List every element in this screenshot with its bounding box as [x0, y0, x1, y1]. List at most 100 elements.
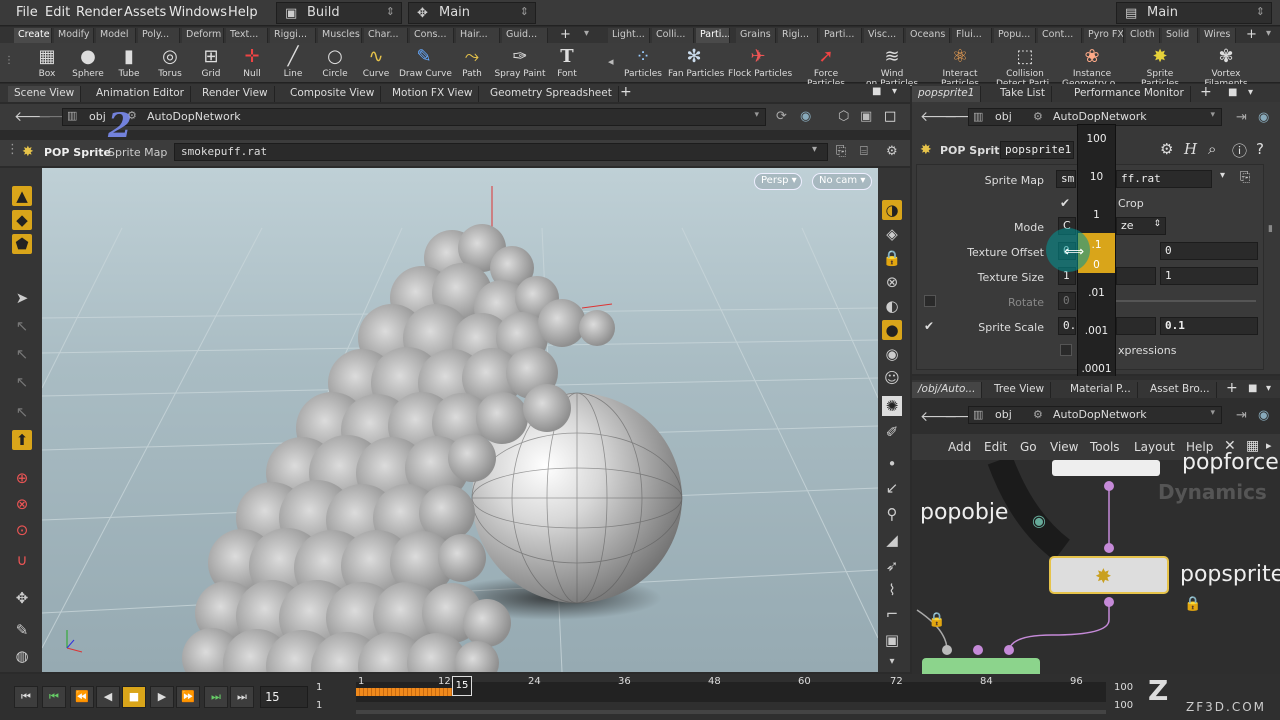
- shelf-tab-deform[interactable]: Deform: [182, 28, 224, 43]
- tool-sprite[interactable]: ✸SpriteParticles: [1138, 45, 1182, 89]
- sprite-scale-x[interactable]: 0.: [1058, 317, 1076, 335]
- range-slider[interactable]: [356, 710, 1106, 714]
- help-h-icon[interactable]: H: [1184, 140, 1197, 158]
- shelf-tab-cloth[interactable]: Cloth: [1126, 28, 1160, 43]
- pencil-icon[interactable]: ✎: [12, 620, 32, 640]
- frame-icon[interactable]: ⌐: [882, 604, 902, 624]
- tool-torus[interactable]: ◎ Torus: [155, 45, 185, 79]
- menu-file[interactable]: File: [16, 5, 38, 20]
- target-icon[interactable]: ◉: [1258, 408, 1269, 423]
- step-forward-button[interactable]: ⏩: [176, 686, 200, 708]
- handle-tool-icon[interactable]: ⬟: [12, 234, 32, 254]
- shelf-tab-rigid[interactable]: Rigi...: [778, 28, 818, 43]
- snap-magnet-icon[interactable]: ∪: [12, 550, 32, 570]
- network-path-field[interactable]: ▥ obj ⚙ AutoDopNetwork ▾: [968, 406, 1222, 424]
- shelf-tab-guide[interactable]: Guid...: [502, 28, 548, 43]
- rotate-slider[interactable]: [1116, 300, 1256, 302]
- sprite-map-field[interactable]: sm: [1056, 170, 1076, 188]
- tool-sphere[interactable]: ● Sphere: [72, 45, 104, 79]
- link-icon[interactable]: ⊗: [882, 272, 902, 292]
- path-obj[interactable]: obj: [995, 110, 1012, 123]
- bucket-icon[interactable]: ◢: [882, 530, 902, 550]
- texture-offset-z[interactable]: 0: [1160, 242, 1258, 260]
- shelf-tab-particle-fluids[interactable]: Parti...: [820, 28, 862, 43]
- pin-icon[interactable]: ⇥: [1236, 110, 1247, 125]
- tool-curve[interactable]: ∿ Curve: [362, 45, 390, 79]
- tab-motion-fx-view[interactable]: Motion FX View: [386, 86, 480, 102]
- shelf-menu-icon[interactable]: ▾: [1266, 28, 1271, 39]
- light-icon[interactable]: ●: [882, 320, 902, 340]
- play-button[interactable]: ▶: [150, 686, 174, 708]
- shelf-tab-muscles[interactable]: Muscles: [318, 28, 362, 43]
- add-tab-icon[interactable]: +: [1226, 380, 1238, 396]
- shelf-tab-rigging[interactable]: Riggi...: [270, 28, 316, 43]
- tool-spray-paint[interactable]: ✑ Spray Paint: [494, 45, 546, 79]
- ladder-step-point01[interactable]: .01: [1078, 287, 1115, 299]
- crop-checkbox[interactable]: ✔: [1060, 196, 1070, 210]
- stop-button[interactable]: ■: [122, 686, 146, 708]
- shelf-scroll-left-icon[interactable]: ◂: [608, 55, 614, 68]
- persp-menu[interactable]: Persp ▾: [754, 173, 802, 190]
- path-obj[interactable]: obj: [89, 110, 106, 123]
- texture-size-z[interactable]: 1: [1160, 267, 1258, 285]
- menu-tools[interactable]: Tools: [1090, 440, 1120, 454]
- snapshot-icon[interactable]: ▣: [860, 109, 872, 124]
- pane-menu-icon[interactable]: ▾: [1248, 87, 1253, 98]
- ladder-step-point0001[interactable]: .0001: [1078, 363, 1115, 375]
- menu-edit[interactable]: Edit: [45, 5, 70, 20]
- help-icon[interactable]: ⌸: [860, 144, 868, 159]
- shelf-tab-fluids[interactable]: Flui...: [952, 28, 992, 43]
- person-icon[interactable]: ☺: [882, 368, 902, 388]
- tool-particles[interactable]: ⁘ Particles: [624, 45, 662, 79]
- add-shelf-icon[interactable]: +: [560, 27, 571, 42]
- select-points-icon[interactable]: ↖: [12, 316, 32, 336]
- sprite-scale-z[interactable]: 0.1: [1160, 317, 1258, 335]
- chevron-down-icon[interactable]: ▾: [812, 144, 817, 155]
- step-back-button[interactable]: ⏪: [70, 686, 94, 708]
- tab-tree-view[interactable]: Tree View: [988, 382, 1052, 398]
- tab-performance-monitor[interactable]: Performance Monitor: [1068, 86, 1191, 102]
- search-icon[interactable]: ⌕: [1208, 140, 1216, 158]
- tab-material-palette[interactable]: Material P...: [1064, 382, 1138, 398]
- shelf-tab-constraints[interactable]: Cons...: [410, 28, 454, 43]
- chevron-down-icon[interactable]: ▾: [1210, 110, 1215, 120]
- menu-windows[interactable]: Windows: [169, 5, 227, 20]
- tool-wind[interactable]: ≋Windon Particles: [866, 45, 918, 89]
- tool-box[interactable]: ▦ Box: [32, 45, 62, 79]
- range-end[interactable]: 100: [1114, 682, 1133, 693]
- shelf-tab-character[interactable]: Char...: [364, 28, 408, 43]
- display-options-icon[interactable]: ◑: [882, 200, 902, 220]
- options-icon[interactable]: ⚙: [886, 144, 898, 159]
- rotate-checkbox[interactable]: [924, 295, 936, 307]
- tab-render-view[interactable]: Render View: [196, 86, 275, 102]
- shelf-tab-particles[interactable]: Parti...: [696, 28, 730, 43]
- scene-viewport[interactable]: Persp ▾ No cam ▾: [42, 168, 878, 672]
- desktop-selector-3[interactable]: ▤ Main ⇕: [1116, 2, 1272, 24]
- ghost-icon[interactable]: ◈: [882, 224, 902, 244]
- add-shelf-icon[interactable]: +: [1246, 27, 1257, 42]
- sprite-scale-checkbox[interactable]: ✔: [924, 319, 934, 333]
- tool-flock-particles[interactable]: ✈ Flock Particles: [728, 45, 792, 79]
- tab-scene-view[interactable]: Scene View: [8, 86, 82, 102]
- range-start[interactable]: 1: [316, 682, 322, 693]
- tool-grid[interactable]: ⊞ Grid: [197, 45, 225, 79]
- path-network[interactable]: AutoDopNetwork: [1053, 408, 1147, 421]
- tab-geometry-spreadsheet[interactable]: Geometry Spreadsheet: [484, 86, 619, 102]
- gear-icon[interactable]: ⚙: [1160, 140, 1173, 158]
- pin-icon[interactable]: ⚲: [882, 504, 902, 524]
- play-reverse-button[interactable]: ◀: [96, 686, 120, 708]
- target-icon[interactable]: ◉: [800, 109, 811, 124]
- menu-render[interactable]: Render: [76, 5, 122, 20]
- step-end-button[interactable]: ⏭: [204, 686, 228, 708]
- sprite-scale-y[interactable]: [1116, 317, 1156, 335]
- snapshot-icon[interactable]: ✺: [882, 396, 902, 416]
- tool-collision[interactable]: ⬚CollisionDetect Parti...: [996, 45, 1058, 89]
- tool-force[interactable]: ➚ForceParticles: [806, 45, 846, 89]
- more-icon[interactable]: ▾: [882, 652, 902, 672]
- shade-icon[interactable]: ◐: [882, 296, 902, 316]
- shelf-tab-modify[interactable]: Modify: [54, 28, 94, 43]
- global-start[interactable]: 1: [316, 700, 322, 711]
- snap-prim-icon[interactable]: ⊗: [12, 494, 32, 514]
- shelf-tab-create[interactable]: Create: [14, 28, 52, 43]
- tab-asset-browser[interactable]: Asset Bro...: [1144, 382, 1217, 398]
